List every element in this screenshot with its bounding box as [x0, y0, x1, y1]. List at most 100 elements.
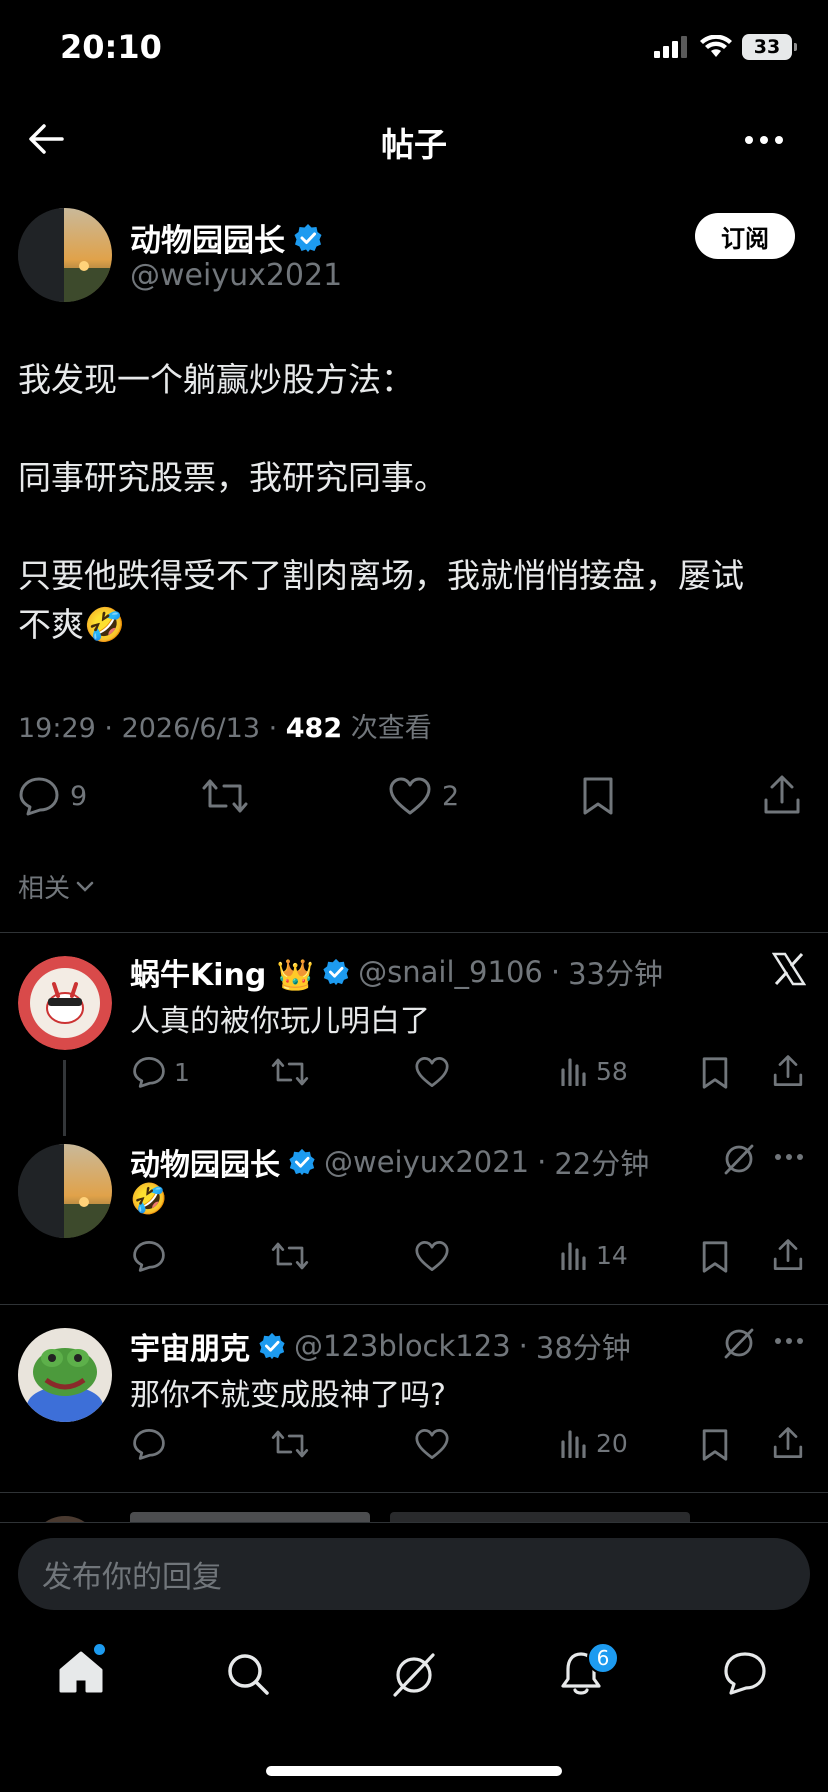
share-button[interactable] [762, 774, 802, 816]
post-views-label[interactable]: 次查看 [351, 713, 432, 744]
heart-icon [415, 1241, 449, 1271]
thread-line [63, 1060, 66, 1136]
reply-views-button[interactable]: 58 [560, 1056, 628, 1086]
verified-badge-icon [289, 1148, 315, 1176]
reply-repost-button[interactable] [270, 1428, 310, 1460]
next-reply-peek [0, 1494, 828, 1522]
post-line: 同事研究股票，我研究同事。 [18, 458, 447, 497]
author-handle[interactable]: @weiyux2021 [130, 258, 342, 293]
home-indicator [266, 1766, 562, 1776]
page-title: 帖子 [381, 125, 447, 164]
reply-avatar[interactable] [18, 1328, 112, 1422]
reply-views-count: 14 [596, 1240, 628, 1270]
repost-button[interactable] [200, 776, 250, 816]
related-label: 相关 [18, 874, 71, 904]
reply-like-button[interactable] [414, 1240, 450, 1272]
bookmark-icon [702, 1429, 728, 1461]
reply-icon [19, 777, 59, 816]
reply-reply-button[interactable] [132, 1240, 166, 1272]
like-count: 2 [442, 780, 460, 812]
reply-author-handle[interactable]: @weiyux2021 [324, 1145, 529, 1179]
home-icon [59, 1651, 103, 1693]
heart-icon [415, 1057, 449, 1087]
repost-icon [271, 1058, 309, 1086]
reply-bookmark-button[interactable] [700, 1056, 730, 1090]
post-line: 我发现一个躺赢炒股方法： [18, 360, 414, 399]
share-icon [773, 1055, 803, 1086]
reply-author-name[interactable]: 宇宙朋克 [130, 1324, 250, 1368]
reply-author-name[interactable]: 动物园园长 [130, 1140, 280, 1184]
nav-grok[interactable] [390, 1650, 438, 1698]
grok-icon[interactable] [722, 1142, 756, 1176]
reply-time: 38分钟 [535, 1331, 631, 1365]
grok-icon [393, 1653, 435, 1697]
post-views-count: 482 [285, 713, 343, 744]
verified-badge-icon [259, 1332, 285, 1360]
author-avatar[interactable] [18, 208, 112, 302]
more-horizontal-icon [775, 1338, 803, 1344]
battery-indicator: 33 [742, 34, 797, 60]
repost-icon [202, 779, 248, 813]
share-icon [764, 775, 800, 814]
repost-icon [271, 1430, 309, 1458]
reply-avatar[interactable] [18, 1144, 112, 1238]
reply-share-button[interactable] [772, 1426, 804, 1460]
reply-views-count: 58 [596, 1056, 628, 1086]
reply-share-button[interactable] [772, 1238, 804, 1272]
reply-reply-button[interactable] [132, 1428, 166, 1460]
reply-author-name[interactable]: 蜗牛King 👑 [130, 950, 314, 994]
author-name[interactable]: 动物园园长 [130, 215, 285, 260]
nav-search[interactable] [226, 1652, 270, 1696]
nav-home[interactable] [58, 1650, 104, 1694]
subscribe-button[interactable]: 订阅 [695, 213, 795, 259]
related-toggle[interactable]: 相关 [18, 868, 94, 905]
home-unread-dot [94, 1644, 105, 1655]
reply-avatar[interactable] [18, 956, 112, 1050]
status-time: 20:10 [60, 28, 162, 66]
reply-header: 蜗牛King 👑 @snail_9106 · 33分钟 [130, 950, 663, 994]
reply-more-button[interactable] [774, 1150, 804, 1164]
post-text: 我发现一个躺赢炒股方法： 同事研究股票，我研究同事。 只要他跌得受不了割肉离场，… [18, 355, 818, 649]
reply-views-button[interactable]: 20 [560, 1428, 628, 1458]
more-options-button[interactable] [744, 130, 784, 150]
reply-count: 9 [70, 780, 88, 812]
composer-divider [0, 1522, 828, 1523]
heart-icon [389, 777, 431, 815]
grok-icon[interactable] [722, 1326, 756, 1360]
reply-like-button[interactable] [414, 1428, 450, 1460]
author-name-row[interactable]: 动物园园长 [130, 215, 323, 260]
reply-input[interactable]: 发布你的回复 [18, 1538, 810, 1610]
bookmark-icon [583, 777, 613, 815]
reply-views-button[interactable]: 14 [560, 1240, 628, 1270]
reply-share-button[interactable] [772, 1054, 804, 1088]
reply-icon [133, 1429, 165, 1460]
post-date: 2026/6/13 [121, 713, 261, 744]
reply-header: 动物园园长 @weiyux2021 · 22分钟 [130, 1140, 649, 1184]
reply-author-handle[interactable]: @snail_9106 [358, 955, 543, 989]
reply-bookmark-button[interactable] [700, 1428, 730, 1462]
reply-repost-button[interactable] [270, 1240, 310, 1272]
reply-time: 22分钟 [554, 1147, 650, 1181]
verified-badge-icon [323, 958, 349, 986]
reply-author-handle[interactable]: @123block123 [294, 1329, 511, 1363]
reply-header: 宇宙朋克 @123block123 · 38分钟 [130, 1324, 631, 1368]
post-line: 不爽🤣 [18, 605, 126, 644]
reply-like-button[interactable] [414, 1056, 450, 1088]
bookmark-button[interactable] [580, 776, 616, 816]
reply-repost-button[interactable] [270, 1056, 310, 1088]
reply-icon [133, 1241, 165, 1272]
reply-button[interactable]: 9 [18, 776, 87, 816]
reply-more-button[interactable] [774, 1334, 804, 1348]
chevron-down-icon [76, 881, 94, 892]
reply-reply-count: 1 [174, 1057, 190, 1087]
like-button[interactable]: 2 [388, 776, 459, 816]
reply-icon [133, 1057, 165, 1088]
reply-bookmark-button[interactable] [700, 1240, 730, 1274]
cellular-signal-icon [654, 36, 687, 58]
share-icon [773, 1427, 803, 1458]
reply-reply-button[interactable]: 1 [132, 1056, 190, 1088]
nav-messages[interactable] [722, 1650, 768, 1696]
x-logo-icon [772, 952, 806, 986]
search-icon [228, 1654, 269, 1695]
post-meta: 19:29 · 2026/6/13 · 482 次查看 [18, 713, 432, 744]
